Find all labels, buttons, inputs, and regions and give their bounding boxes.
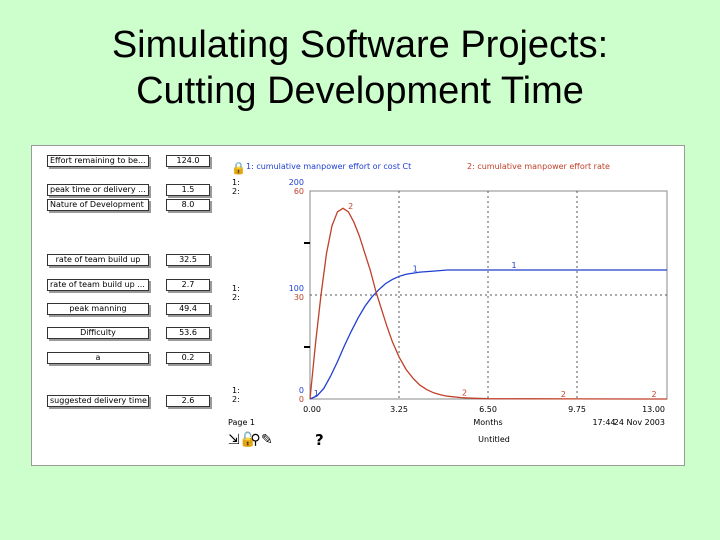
document-name: Untitled [478, 435, 510, 444]
slide-title-line1: Simulating Software Projects: [111, 24, 609, 66]
graph-toolbar: ⇲🔓⚲✎ [228, 431, 273, 449]
unlock-icon[interactable]: 🔓 [239, 431, 256, 449]
date-label: 24 Nov 2003 [614, 418, 665, 427]
axis-id-mid-1: 1: [232, 284, 240, 293]
y1-tick-mid: 100 [289, 284, 304, 293]
y2-tick-bot: 0 [299, 395, 304, 404]
pin-icon[interactable]: ⚲ [250, 431, 261, 449]
simulation-screenshot: Effort remaining to be... 124.0 peak time … [31, 145, 685, 466]
graph-frame [304, 190, 668, 400]
series-2-marker: 2 [462, 389, 467, 398]
slide-title-line2: Cutting Development Time [136, 70, 584, 112]
series-2-marker: 2 [652, 390, 657, 399]
timestamp: 17:44 [592, 418, 615, 427]
x-tick-4: 13.00 [642, 405, 665, 414]
x-tick-0: 0.00 [303, 405, 321, 414]
y2-tick-mid: 30 [294, 293, 304, 302]
series-1-marker: 1 [314, 389, 319, 398]
x-tick-1: 3.25 [390, 405, 408, 414]
axis-id-top-1: 1: [232, 178, 240, 187]
axis-id-bot-1: 1: [232, 386, 240, 395]
help-icon[interactable]: ? [315, 431, 324, 449]
series-2-marker: 2 [348, 202, 353, 211]
pencil-icon[interactable]: ✎ [261, 431, 273, 449]
legend-series2: 2: cumulative manpower effort rate [467, 162, 610, 171]
axis-id-bot-2: 2: [232, 395, 240, 404]
scale-icon[interactable]: ⇲ [228, 431, 240, 449]
axis-id-mid-2: 2: [232, 293, 240, 302]
x-tick-3: 9.75 [568, 405, 586, 414]
legend-series1: 1: cumulative manpower effort or cost Ct [246, 162, 411, 171]
page-label[interactable]: Page 1 [228, 418, 255, 427]
series-1-marker: 1 [413, 264, 418, 273]
slide-title: Simulating Software Projects: Cutting De… [0, 22, 720, 114]
axis-id-top-2: 2: [232, 187, 240, 196]
y1-tick-top: 200 [289, 178, 304, 187]
series-2-marker: 2 [561, 390, 566, 399]
x-tick-2: 6.50 [479, 405, 497, 414]
y2-tick-top: 60 [294, 187, 304, 196]
x-axis-label: Months [473, 418, 502, 427]
series-1-marker: 1 [512, 261, 517, 270]
graph-pad: 1: cumulative manpower effort or cost Ct… [228, 162, 668, 444]
y1-tick-bot: 0 [299, 386, 304, 395]
series-1-line [309, 269, 667, 400]
